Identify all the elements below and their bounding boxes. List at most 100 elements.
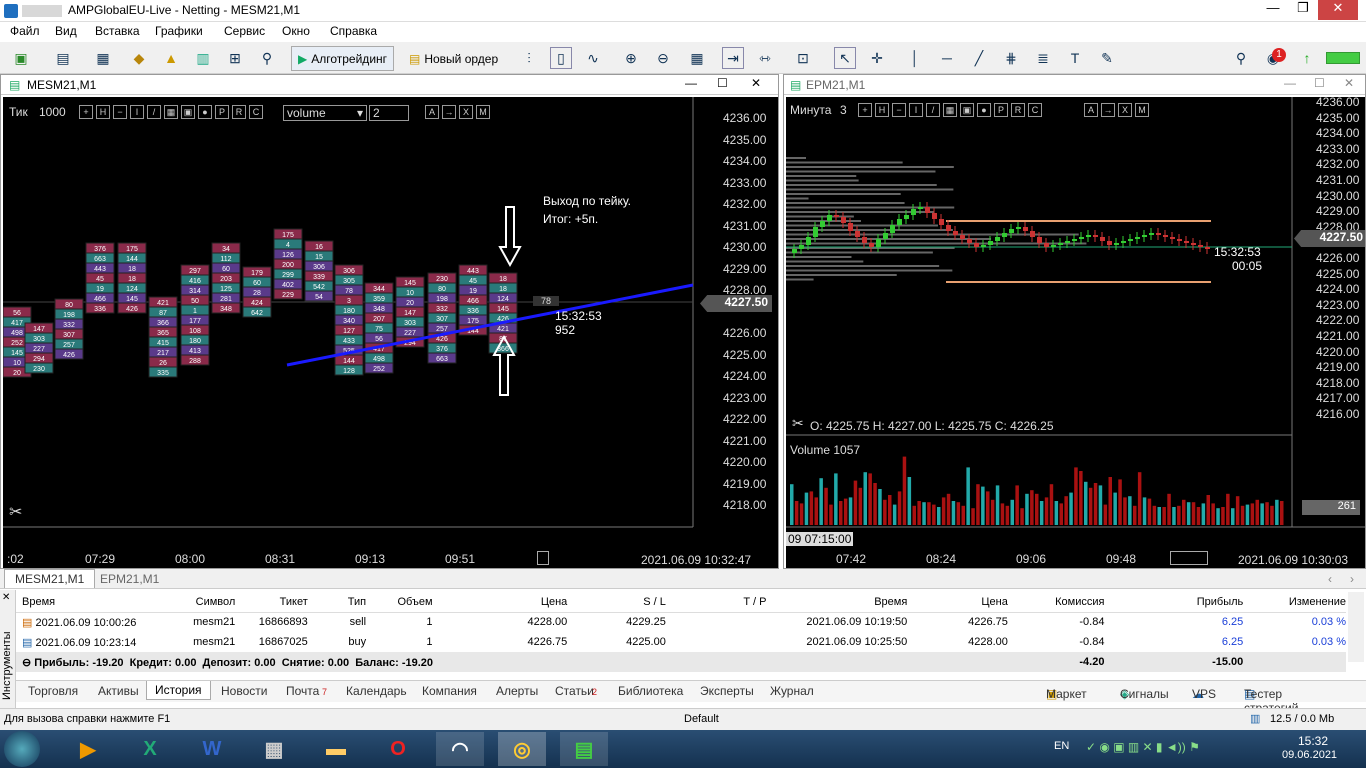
line-chart-icon[interactable]: ∿ [582, 47, 604, 69]
fibo-icon[interactable]: ≣ [1032, 47, 1054, 69]
collapse-icon[interactable]: ⊖ [22, 657, 34, 669]
menu-file[interactable]: Файл [10, 24, 40, 38]
profiles-icon[interactable]: ▤ [52, 47, 74, 69]
left-maximize-button[interactable]: ☐ [717, 76, 728, 90]
col-ticket[interactable]: Тикет [235, 592, 308, 612]
language-indicator[interactable]: EN [1054, 740, 1069, 752]
text-icon[interactable]: T [1064, 47, 1086, 69]
close-button[interactable]: ✕ [1318, 0, 1358, 20]
tab-news[interactable]: Новости [221, 684, 267, 698]
tools-icon[interactable]: ✂ [9, 502, 22, 522]
new-order-button[interactable]: ▤ Новый ордер [402, 46, 506, 71]
chart-app-icon[interactable]: ▤ [560, 732, 608, 766]
new-chart-icon[interactable]: ▣ [10, 47, 32, 69]
tabs-scroll-left-icon[interactable]: ‹ [1328, 572, 1332, 586]
calculator-icon[interactable]: ▦ [250, 732, 298, 766]
tester-icon[interactable]: ⚲ [256, 47, 278, 69]
table-scrollbar[interactable] [1348, 592, 1364, 662]
col-time[interactable]: Время [16, 592, 147, 612]
word-icon[interactable]: W [188, 732, 236, 766]
right-chart-canvas[interactable]: Минута 3 + H − I / ▦ ▣ ● P R C A → X M 4… [786, 97, 1365, 568]
scroll-marker[interactable] [1170, 551, 1208, 565]
tab-journal[interactable]: Журнал [770, 684, 814, 698]
tab-trade[interactable]: Торговля [28, 684, 78, 698]
left-chart-canvas[interactable]: Тик 1000 + H − I / ▦ ▣ ● P R C volume ▾ 2… [3, 97, 778, 568]
start-button[interactable] [4, 731, 40, 767]
wifi-app-icon[interactable]: ◠ [436, 732, 484, 766]
trendline-icon[interactable]: ╱ [968, 47, 990, 69]
col-type[interactable]: Тип [308, 592, 366, 612]
channel-icon[interactable]: ⋕ [1000, 47, 1022, 69]
data-window-icon[interactable]: ▥ [192, 47, 214, 69]
market-watch-icon[interactable]: ▦ [92, 47, 114, 69]
tab-mesm21[interactable]: MESM21,M1 [4, 569, 96, 588]
tab-mail[interactable]: Почта [286, 684, 319, 698]
cluster-value: 252 [373, 366, 385, 373]
media-player-icon[interactable]: ▶ [64, 732, 112, 766]
tabs-scroll-right-icon[interactable]: › [1350, 572, 1354, 586]
metatrader-icon[interactable]: ◎ [498, 732, 546, 766]
tools-icon[interactable]: ✂ [792, 415, 804, 432]
excel-icon[interactable]: X [126, 732, 174, 766]
navigator-icon[interactable]: ◆ [128, 47, 150, 69]
clock-date[interactable]: 09.06.2021 [1282, 749, 1337, 761]
terminal-icon[interactable]: ⊞ [224, 47, 246, 69]
tray-icons[interactable]: ✓ ◉ ▣ ▥ ✕ ▮ ◄)) ⚑ [1086, 740, 1200, 754]
explorer-icon[interactable]: ▬ [312, 732, 360, 766]
tab-alerts[interactable]: Алерты [496, 684, 538, 698]
lock-icon[interactable]: ▲ [160, 47, 182, 69]
vertical-line-icon[interactable]: │ [904, 47, 926, 69]
col-volume[interactable]: Объем [366, 592, 446, 612]
left-minimize-button[interactable]: — [685, 76, 697, 90]
tab-articles[interactable]: Статьи [555, 684, 594, 698]
horizontal-line-icon[interactable]: ─ [936, 47, 958, 69]
menu-charts[interactable]: Графики [155, 24, 203, 38]
tab-experts[interactable]: Эксперты [700, 684, 754, 698]
cursor-icon[interactable]: ↖ [834, 47, 856, 69]
menu-help[interactable]: Справка [330, 24, 377, 38]
menu-window[interactable]: Окно [282, 24, 310, 38]
tab-assets[interactable]: Активы [98, 684, 139, 698]
col-change[interactable]: Изменение [1243, 592, 1346, 612]
col-sl[interactable]: S / L [567, 592, 666, 612]
zoom-in-icon[interactable]: ⊕ [620, 47, 642, 69]
col-commission[interactable]: Комиссия [1008, 592, 1104, 612]
col-price[interactable]: Цена [447, 592, 567, 612]
zoom-out-icon[interactable]: ⊖ [652, 47, 674, 69]
left-close-button[interactable]: ✕ [751, 76, 761, 90]
chart-shift-icon[interactable]: ⇿ [754, 47, 776, 69]
col-profit[interactable]: Прибыль [1104, 592, 1244, 612]
table-row[interactable]: ▤ 2021.06.09 10:23:14 mesm21 16867025 bu… [16, 632, 1346, 652]
right-close-button[interactable]: ✕ [1344, 76, 1354, 90]
tab-company[interactable]: Компания [422, 684, 477, 698]
bar-chart-icon[interactable]: ⫶ [518, 47, 540, 69]
right-minimize-button[interactable]: — [1284, 76, 1296, 90]
minimize-button[interactable]: — [1258, 0, 1288, 20]
crosshair-icon[interactable]: ✛ [866, 47, 888, 69]
algo-trading-button[interactable]: ▶ Алготрейдинг [291, 46, 395, 71]
right-maximize-button[interactable]: ☐ [1314, 76, 1325, 90]
tab-history[interactable]: История [146, 681, 211, 700]
level-icon[interactable]: ↑ [1296, 47, 1318, 69]
scroll-marker[interactable] [537, 551, 549, 565]
autoscroll-icon[interactable]: ⇥ [722, 47, 744, 69]
tab-epm21[interactable]: EPM21,M1 [100, 572, 159, 586]
maximize-button[interactable]: ❐ [1288, 0, 1318, 20]
col-symbol[interactable]: Символ [147, 592, 236, 612]
clock-time[interactable]: 15:32 [1298, 734, 1328, 748]
indicators-icon[interactable]: ⊡ [792, 47, 814, 69]
tab-calendar[interactable]: Календарь [346, 684, 407, 698]
col-close-price[interactable]: Цена [907, 592, 1007, 612]
tile-icon[interactable]: ▦ [686, 47, 708, 69]
opera-icon[interactable]: O [374, 732, 422, 766]
shapes-icon[interactable]: ✎ [1096, 47, 1118, 69]
search-icon[interactable]: ⚲ [1230, 47, 1252, 69]
menu-view[interactable]: Вид [55, 24, 77, 38]
col-tp[interactable]: T / P [666, 592, 766, 612]
candle-chart-icon[interactable]: ▯ [550, 47, 572, 69]
table-row[interactable]: ▤ 2021.06.09 10:00:26 mesm21 16866893 se… [16, 612, 1346, 632]
col-close-time[interactable]: Время [766, 592, 907, 612]
menu-insert[interactable]: Вставка [95, 24, 140, 38]
tab-library[interactable]: Библиотека [618, 684, 683, 698]
menu-tools[interactable]: Сервис [224, 24, 265, 38]
